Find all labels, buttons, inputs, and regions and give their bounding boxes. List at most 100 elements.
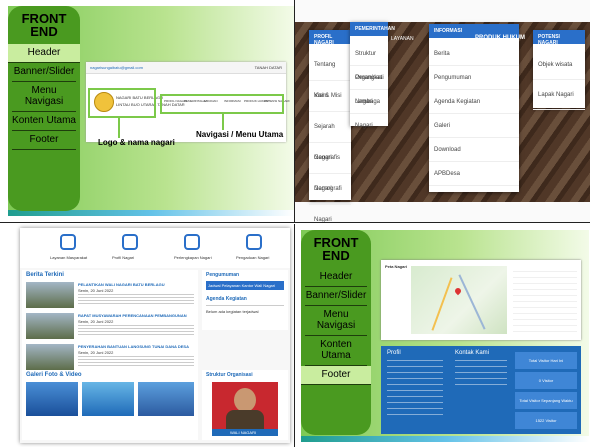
dropdown-item[interactable]: Lapak Nagari — [533, 80, 585, 110]
struktur-title: Struktur Organisasi — [206, 372, 253, 378]
nav-annotation: Navigasi / Menu Utama — [196, 130, 284, 139]
sidenav-item-2[interactable]: Menu Navigasi — [305, 306, 367, 336]
logo-connector — [118, 118, 120, 138]
official-photo: WALI NAGARI — [212, 382, 278, 436]
frontend-sidenav: FRONT END Header Banner/Slider Menu Navigas… — [8, 6, 80, 211]
sidenav-item-3[interactable]: Konten Utama — [12, 112, 76, 131]
visitor-box-3: 1522 Visitor — [515, 412, 577, 429]
official-body-icon — [226, 410, 264, 430]
map-mockup: Peta Nagari — [381, 260, 581, 340]
official-face-icon — [234, 388, 256, 412]
dropdown-item[interactable]: Geografis Nagari — [309, 143, 351, 192]
quadrant-header: FRONT END Header Banner/Slider Menu Navigas… — [0, 0, 295, 223]
sidenav-item-1[interactable]: Banner/Slider — [305, 287, 367, 306]
dropdown-item[interactable]: Galeri — [429, 114, 519, 138]
map-title: Peta Nagari — [385, 264, 408, 269]
sidenav-item-0[interactable]: Header — [305, 268, 367, 287]
menu-layanan[interactable]: LAYANAN — [391, 36, 414, 42]
news-date: Senin, 20 Juni 2022 — [78, 319, 114, 324]
slide-stripe — [301, 436, 589, 442]
complaint-icon[interactable] — [246, 234, 262, 250]
visitor-box-0: Total Visitor Hari Ini — [515, 352, 577, 369]
dropdown-item[interactable]: Lembaga Nagari — [350, 90, 388, 129]
kontak-heading: Kontak Kami — [455, 350, 490, 356]
logo-annotation: Logo & nama nagari — [98, 138, 175, 147]
content-mockup: Layanan Masyarakat Profil Nagari Perlengka… — [20, 228, 290, 443]
logo-highlight — [88, 88, 156, 118]
official-role: WALI NAGARI — [230, 430, 257, 435]
dropdown-item[interactable]: Agenda Kegiatan — [429, 90, 519, 114]
header-right-link: TANAH DATAR — [254, 65, 282, 70]
dropdown-item[interactable]: Tentang Kami — [309, 50, 351, 99]
menu-pemerintahan[interactable]: PEMERINTAHAN — [350, 22, 395, 36]
kontak-text — [455, 360, 507, 388]
map-pin-icon — [453, 286, 463, 296]
gallery-thumb-1[interactable] — [26, 382, 78, 416]
dropdown-item[interactable]: APBDesa — [429, 162, 519, 186]
galeri-title: Galeri Foto & Video — [26, 372, 82, 378]
gallery-thumb-2[interactable] — [82, 382, 134, 416]
map-road — [431, 277, 453, 331]
agenda-title: Agenda Kegiatan — [206, 296, 247, 302]
menu-profil[interactable]: PROFIL NAGARI — [309, 30, 351, 46]
sidenav-item-4[interactable]: Footer — [12, 131, 76, 150]
sidenav-item-1[interactable]: Banner/Slider — [12, 63, 76, 82]
dropdown-pemerintahan: PEMERINTAHAN Struktur Organisasi Perangka… — [350, 22, 395, 129]
news-thumbnail[interactable] — [26, 313, 74, 339]
profile-icon[interactable] — [122, 234, 138, 250]
news-title[interactable]: PENYERAHAN BANTUAN LANGSUNG TUNAI DANA D… — [78, 344, 189, 349]
dropdown-item[interactable]: Berita — [429, 42, 519, 66]
dropdown-item[interactable]: Pengumuman — [429, 66, 519, 90]
sidenav-title: FRONT END — [21, 11, 67, 39]
icon-label: Pengaduan Nagari — [236, 255, 270, 260]
quadrant-content: Layanan Masyarakat Profil Nagari Perlengka… — [0, 224, 295, 447]
dropdown-profil: PROFIL NAGARI Tentang Kami Visi & Misi Sej… — [309, 30, 351, 222]
frontend-sidenav: FRONT END Header Banner/Slider Menu Navigas… — [301, 230, 371, 435]
profil-text — [387, 360, 443, 420]
visitor-box-1: 0 Visitor — [515, 372, 577, 389]
dropdown-item[interactable]: Sejarah Nagari — [309, 112, 351, 161]
menu-produk-hukum[interactable]: PRODUK HUKUM — [475, 35, 525, 41]
sidenav-item-3[interactable]: Konten Utama — [305, 336, 367, 366]
pengumuman-title: Pengumuman — [206, 272, 240, 278]
sidenav-item-0[interactable]: Header — [8, 44, 80, 63]
news-snippet — [78, 294, 194, 306]
profil-heading: Profil — [387, 350, 401, 356]
dropdown-item[interactable]: Download — [429, 138, 519, 162]
dropdown-item[interactable]: Demografi Nagari — [309, 174, 351, 222]
news-thumbnail[interactable] — [26, 344, 74, 370]
agenda-divider — [206, 305, 284, 306]
agenda-note: Belum ada kegiatan terjadwal — [206, 309, 259, 314]
news-snippet — [78, 325, 194, 337]
news-title[interactable]: RAPAT MUSYAWARAH PERENCANAAN PEMBANGUNAN — [78, 313, 187, 318]
quadrant-footer: FRONT END Header Banner/Slider Menu Navigas… — [295, 224, 590, 447]
icon-label: Layanan Masyarakat — [50, 255, 88, 260]
dropdown-item[interactable]: Struktur Organisasi — [350, 42, 388, 81]
menu-potensi[interactable]: POTENSI NAGARI — [533, 30, 585, 46]
gallery-thumb-3[interactable] — [138, 382, 194, 416]
nav-connector — [222, 114, 224, 130]
quadrant-navigation: PROFIL NAGARI Tentang Kami Visi & Misi Sej… — [295, 0, 590, 223]
pengumuman-item[interactable]: Jadwal Pelayanan Kantor Wali Nagari — [208, 283, 275, 288]
visitor-box-2: Total Visitor Sepanjang Waktu — [515, 392, 577, 409]
header-email: nagarisungaibatu@gmail.com — [90, 65, 143, 70]
equipment-icon[interactable] — [184, 234, 200, 250]
map-view[interactable] — [411, 266, 507, 334]
news-date: Senin, 20 Juni 2022 — [78, 350, 114, 355]
service-icon[interactable] — [60, 234, 76, 250]
dropdown-informasi: INFORMASI Berita Pengumuman Agenda Kegiata… — [429, 24, 519, 192]
news-title[interactable]: PELANTIKAN WALI NAGARI BATU BERLAGU — [78, 282, 165, 287]
footer-mockup: Profil Kontak Kami Total Visitor Hari In… — [381, 346, 581, 434]
dropdown-potensi: POTENSI NAGARI Objek wisata Lapak Nagari — [533, 30, 585, 110]
news-date: Senin, 20 Juni 2022 — [78, 288, 114, 293]
map-river — [458, 274, 486, 330]
icon-label: Profil Nagari — [112, 255, 135, 260]
news-thumbnail[interactable] — [26, 282, 74, 308]
dropdown-item[interactable]: Perangkat Nagari — [350, 66, 388, 105]
sidenav-item-4[interactable]: Footer — [301, 366, 371, 385]
nav-highlight — [160, 94, 284, 114]
sidenav-item-2[interactable]: Menu Navigasi — [12, 82, 76, 112]
dropdown-item[interactable]: Objek wisata — [533, 50, 585, 80]
map-info-list — [513, 266, 577, 334]
dropdown-item[interactable]: Visi & Misi — [309, 81, 351, 112]
